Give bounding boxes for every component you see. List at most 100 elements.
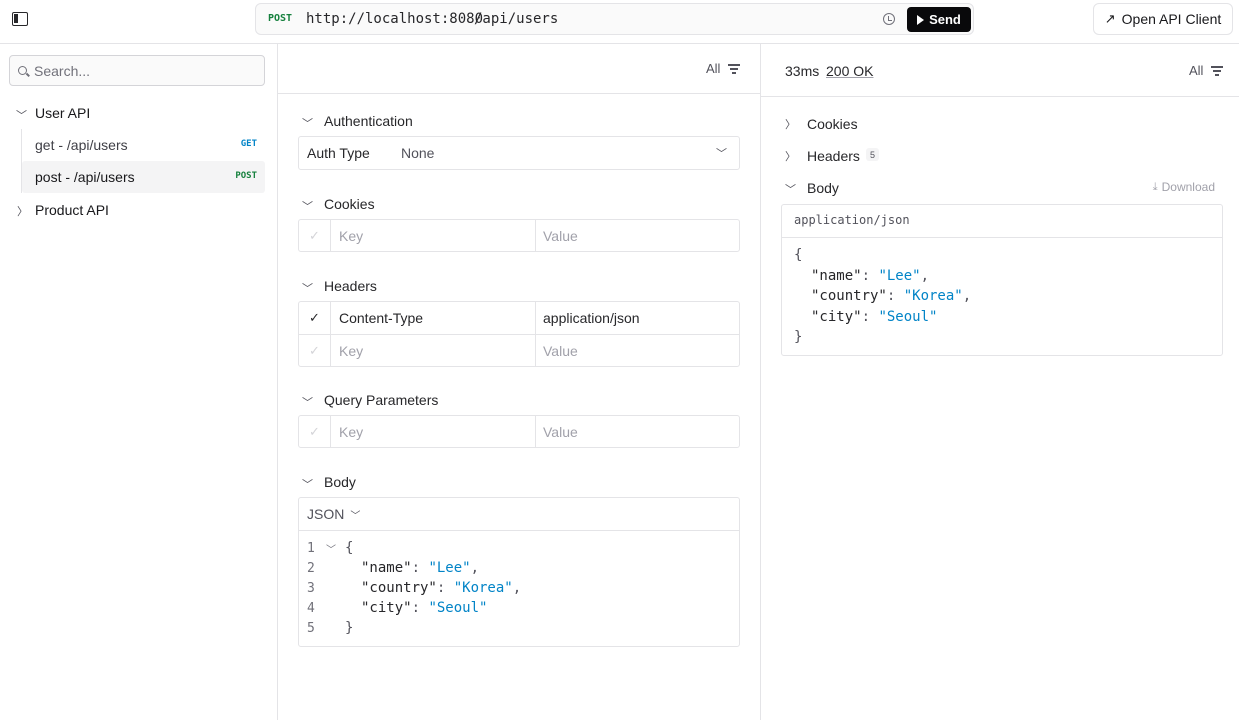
chevron-down-icon[interactable]: ﹀	[16, 107, 27, 123]
body-type-select[interactable]: JSON ﹀	[307, 506, 360, 522]
chevron-down-icon[interactable]: ﹀	[302, 198, 313, 214]
code-line: "city": "Seoul"	[361, 600, 488, 616]
url-path[interactable]: /api/users	[474, 11, 558, 27]
check-icon[interactable]: ✓	[299, 335, 331, 366]
line-number: 4	[307, 601, 315, 616]
key-input[interactable]: Content-Type	[339, 310, 423, 326]
arrow-up-right-icon: ↗	[1104, 11, 1116, 26]
filter-lines-icon	[728, 64, 741, 74]
sidebar-toggle-icon[interactable]	[12, 12, 28, 26]
code-brace: }	[794, 329, 803, 345]
value-input[interactable]: Value	[543, 228, 578, 244]
check-icon[interactable]: ✓	[299, 416, 331, 448]
history-icon[interactable]	[883, 13, 895, 25]
check-icon[interactable]: ✓	[299, 220, 331, 252]
code-line: "name": "Lee",	[361, 560, 480, 576]
line-number: 2	[307, 561, 315, 576]
code-brace: }	[345, 620, 354, 636]
code-line: "name": "Lee",	[811, 268, 930, 284]
tree-group-label[interactable]: User API	[35, 105, 90, 121]
download-button[interactable]: ⤓ Download	[1153, 180, 1215, 194]
download-icon: ⤓	[1152, 180, 1158, 193]
headers-table: ✓ Content-Type application/json ✓ Key Va…	[298, 301, 740, 367]
chevron-down-icon[interactable]: ﹀	[302, 476, 313, 492]
open-api-client-button[interactable]: ↗ Open API Client	[1093, 3, 1233, 35]
kv-row: ✓ Key Value	[299, 220, 739, 252]
section-title-body[interactable]: Body	[324, 474, 356, 490]
headers-count-badge: 5	[866, 148, 879, 161]
request-filter[interactable]: All	[706, 61, 741, 76]
chevron-down-icon[interactable]: ﹀	[302, 280, 313, 296]
filter-lines-icon	[1211, 66, 1224, 76]
request-method-badge[interactable]: POST	[268, 13, 292, 24]
code-line: "city": "Seoul"	[811, 309, 938, 325]
fold-chevron-icon[interactable]: ﹀	[326, 541, 336, 556]
section-title-authentication[interactable]: Authentication	[324, 113, 413, 129]
status-badge[interactable]: 200 OK	[826, 63, 873, 79]
download-label: Download	[1161, 180, 1215, 194]
chevron-down-icon[interactable]: ﹀	[302, 115, 313, 131]
tree-item-label: get - /api/users	[35, 137, 128, 153]
tree-item-get-users[interactable]: get - /api/users GET	[22, 129, 265, 161]
request-panel: All ﹀ Authentication Auth Type None ﹀ ﹀ …	[278, 44, 761, 720]
content-type-label: application/json	[794, 213, 910, 227]
key-input[interactable]: Key	[339, 343, 363, 359]
body-editor[interactable]: JSON ﹀ 1 2 3 4 5 ﹀ { "name": "Lee", "cou…	[298, 497, 740, 647]
search-input[interactable]	[34, 62, 254, 80]
search-box[interactable]	[9, 55, 265, 86]
chevron-right-icon[interactable]: 〉	[785, 148, 796, 164]
value-input[interactable]: application/json	[543, 310, 640, 326]
response-filter[interactable]: All	[1189, 63, 1224, 78]
response-panel: 33ms 200 OK All 〉 Cookies 〉 Headers 5 ﹀ …	[761, 44, 1239, 720]
send-button[interactable]: Send	[907, 7, 971, 32]
auth-type-select[interactable]: Auth Type None ﹀	[298, 136, 740, 170]
response-section-body[interactable]: Body	[807, 180, 839, 196]
line-number: 1	[307, 541, 315, 556]
chevron-down-icon[interactable]: ﹀	[785, 181, 796, 197]
cookies-table: ✓ Key Value	[298, 219, 740, 252]
key-input[interactable]: Key	[339, 228, 363, 244]
url-base[interactable]: http://localhost:8080	[306, 11, 483, 27]
filter-label: All	[706, 61, 721, 76]
section-title-headers[interactable]: Headers	[324, 278, 377, 294]
play-icon	[917, 14, 925, 25]
chevron-right-icon[interactable]: 〉	[785, 116, 796, 132]
chevron-down-icon[interactable]: ﹀	[302, 394, 313, 410]
key-input[interactable]: Key	[339, 424, 363, 440]
value-input[interactable]: Value	[543, 343, 578, 359]
kv-row: ✓ Key Value	[299, 334, 739, 366]
auth-type-label: Auth Type	[307, 145, 370, 161]
code-line: "country": "Korea",	[811, 288, 972, 304]
response-body-viewer: application/json { "name": "Lee", "count…	[781, 204, 1223, 356]
search-icon	[18, 66, 27, 75]
chevron-down-icon: ﹀	[716, 148, 727, 160]
tree-item-post-users[interactable]: post - /api/users POST	[22, 161, 265, 193]
chevron-right-icon[interactable]: 〉	[17, 203, 28, 219]
response-time: 33ms	[785, 63, 820, 79]
value-input[interactable]: Value	[543, 424, 578, 440]
code-brace: {	[794, 247, 803, 263]
top-bar: POST http://localhost:8080 /api/users Se…	[0, 0, 1239, 44]
section-title-query-parameters[interactable]: Query Parameters	[324, 392, 438, 408]
url-bar[interactable]: POST http://localhost:8080 /api/users Se…	[255, 3, 974, 35]
response-section-cookies[interactable]: Cookies	[807, 116, 858, 132]
code-line: "country": "Korea",	[361, 580, 522, 596]
line-number: 3	[307, 581, 315, 596]
response-panel-header: 33ms 200 OK All	[761, 44, 1239, 97]
code-brace: {	[345, 540, 354, 556]
tree-group-label[interactable]: Product API	[35, 202, 109, 218]
tree-item-label: post - /api/users	[35, 169, 135, 185]
filter-label: All	[1189, 63, 1204, 78]
kv-row: ✓ Key Value	[299, 416, 739, 448]
sidebar: ﹀ User API get - /api/users GET post - /…	[0, 44, 278, 720]
response-section-headers[interactable]: Headers	[807, 148, 860, 164]
line-number: 5	[307, 621, 315, 636]
query-table: ✓ Key Value	[298, 415, 740, 448]
section-title-cookies[interactable]: Cookies	[324, 196, 375, 212]
body-type-label: JSON	[307, 506, 345, 522]
send-label: Send	[929, 12, 961, 27]
auth-type-value: None	[401, 145, 435, 161]
kv-row: ✓ Content-Type application/json	[299, 302, 739, 334]
method-badge-get: GET	[240, 139, 257, 149]
check-icon[interactable]: ✓	[299, 302, 331, 334]
